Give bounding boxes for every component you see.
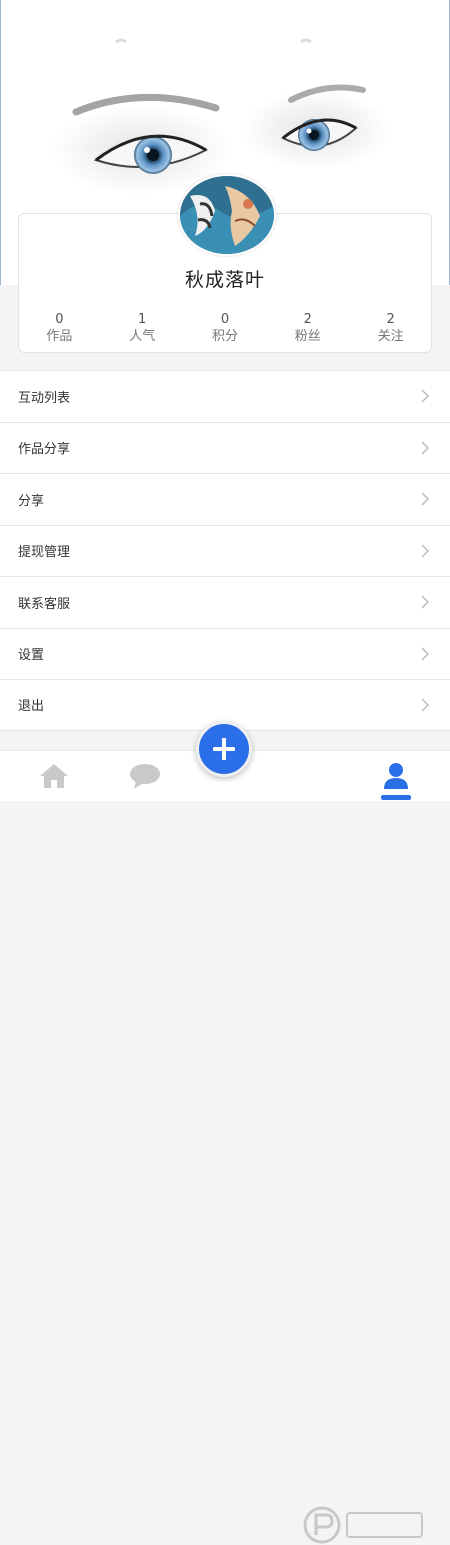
menu-item-settings[interactable]: 设置 (0, 627, 450, 680)
tab-home[interactable] (24, 751, 84, 801)
stat-value: 2 (303, 312, 312, 327)
stat-following[interactable]: 2 关注 (349, 312, 432, 346)
settings-menu: 互动列表 作品分享 分享 提现管理 联系客服 设置 退出 (0, 370, 450, 731)
tab-profile[interactable] (366, 751, 426, 801)
chevron-right-icon (421, 595, 430, 609)
menu-item-label: 退出 (18, 699, 45, 715)
watermark-logo (303, 1506, 423, 1544)
menu-item-label: 提现管理 (18, 545, 71, 561)
active-tab-indicator (381, 795, 411, 800)
stat-popularity[interactable]: 1 人气 (101, 312, 184, 346)
stat-value: 1 (138, 312, 147, 327)
menu-item-label: 分享 (18, 493, 45, 509)
stat-value: 0 (55, 312, 64, 327)
stat-points[interactable]: 0 积分 (184, 312, 267, 346)
chevron-right-icon (421, 544, 430, 558)
stat-value: 2 (386, 312, 395, 327)
menu-item-works-share[interactable]: 作品分享 (0, 421, 450, 474)
chevron-right-icon (421, 389, 430, 403)
stat-label: 作品 (46, 329, 73, 344)
chevron-right-icon (421, 441, 430, 455)
chat-icon (130, 764, 160, 789)
stat-works[interactable]: 0 作品 (18, 312, 101, 346)
menu-item-interactions[interactable]: 互动列表 (0, 370, 450, 422)
chevron-right-icon (421, 492, 430, 506)
menu-item-label: 联系客服 (18, 596, 71, 612)
avatar-image (180, 176, 274, 254)
menu-item-label: 互动列表 (18, 390, 71, 406)
stat-label: 粉丝 (294, 329, 321, 344)
menu-item-share[interactable]: 分享 (0, 473, 450, 525)
home-icon (40, 764, 68, 788)
avatar[interactable] (178, 174, 276, 256)
chevron-right-icon (421, 647, 430, 661)
stat-fans[interactable]: 2 粉丝 (266, 312, 349, 346)
tab-messages[interactable] (115, 751, 175, 801)
stat-label: 积分 (211, 329, 238, 344)
user-icon (384, 763, 408, 789)
add-button[interactable] (196, 721, 252, 777)
username: 秋成落叶 (184, 269, 265, 291)
menu-item-withdrawal[interactable]: 提现管理 (0, 524, 450, 577)
menu-item-label: 设置 (18, 648, 45, 664)
stat-value: 0 (220, 312, 230, 327)
stats-row: 0 作品 1 人气 0 积分 2 粉丝 2 关注 (18, 312, 432, 346)
chevron-right-icon (421, 698, 430, 712)
menu-item-label: 作品分享 (18, 442, 71, 458)
stat-label: 关注 (377, 329, 404, 344)
stat-label: 人气 (129, 329, 156, 344)
add-icon (213, 738, 235, 760)
menu-item-support[interactable]: 联系客服 (0, 576, 450, 628)
